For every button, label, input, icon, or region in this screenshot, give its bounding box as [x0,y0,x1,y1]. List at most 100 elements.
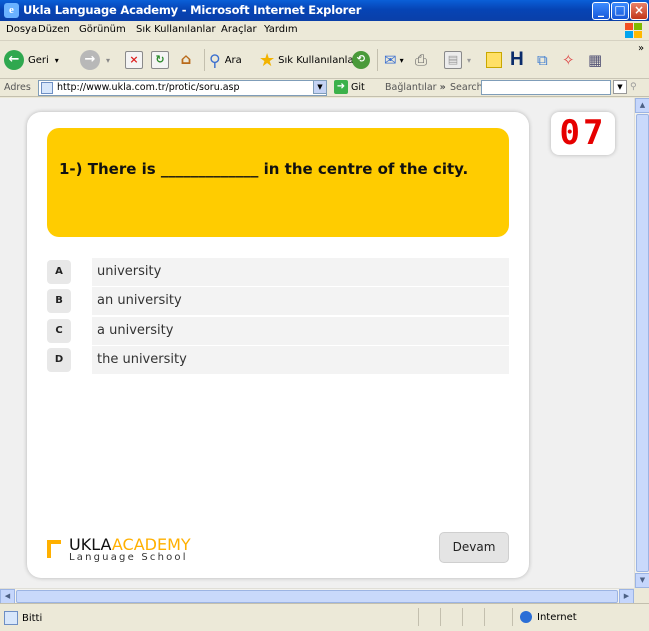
option-text[interactable]: an university [92,287,509,315]
gift-icon: ✧ [562,51,575,69]
address-bar: Adres http://www.ukla.com.tr/protic/soru… [0,79,649,97]
option-text[interactable]: the university [92,346,509,374]
chevron-down-icon: ▾ [54,55,59,65]
continue-button[interactable]: Devam [439,532,509,563]
menu-edit[interactable]: Düzen [38,24,70,35]
search-toolbar-input[interactable] [481,80,611,95]
mail-icon: ✉ [384,51,397,69]
menu-help[interactable]: Yardım [264,24,298,35]
logo-tagline: Language School [69,552,188,563]
forward-arrow-icon: → [80,50,100,70]
print-icon: ⎙ [415,51,428,69]
option-letter[interactable]: D [47,348,71,372]
notes-button[interactable] [486,49,502,71]
option-letter[interactable]: A [47,260,71,284]
option-d[interactable]: D the university [47,346,509,374]
scroll-down-button[interactable]: ▼ [635,573,649,588]
maximize-button[interactable]: □ [611,2,629,20]
tools-button[interactable]: ▦ [588,49,602,71]
menu-file[interactable]: Dosya [6,24,37,35]
chevron-down-icon: ▾ [467,55,472,65]
option-c[interactable]: C a university [47,317,509,345]
question-text: 1-) There is _____________ in the centre… [59,160,469,178]
go-arrow-icon: ➜ [334,80,348,94]
edit-icon: ▤ [444,51,462,69]
h-icon: H [510,49,524,70]
option-a[interactable]: A university [47,258,509,286]
go-label: Git [351,81,365,93]
go-button[interactable]: ➜ Git [334,80,365,94]
vertical-scrollbar[interactable]: ▲ ▼ [634,98,649,588]
star-icon: ★ [259,49,276,71]
minimize-button[interactable]: _ [592,2,610,20]
chevron-down-icon: ▾ [399,55,404,65]
page-content: 1-) There is _____________ in the centre… [0,98,634,588]
history-icon: ⟲ [352,51,370,69]
print-button[interactable]: ⎙ [415,49,427,71]
page-icon [41,82,53,94]
close-button[interactable]: × [630,2,648,20]
internet-zone-icon [520,611,532,623]
menu-favorites[interactable]: Sık Kullanılanlar [136,24,216,35]
window-title: Ukla Language Academy - Microsoft Intern… [23,3,362,17]
research-icon: ▦ [588,51,603,69]
share-button[interactable]: ⧉ [537,49,548,71]
home-icon: ⌂ [180,50,192,68]
option-letter[interactable]: B [47,289,71,313]
address-input[interactable]: http://www.ukla.com.tr/protic/soru.asp [38,80,327,96]
status-bar: Bitti Internet [0,603,649,631]
zone-text: Internet [537,611,577,623]
address-dropdown-button[interactable]: ▼ [313,80,327,94]
option-letter[interactable]: C [47,319,71,343]
back-label: Geri [28,54,49,66]
logo-bracket-icon [47,540,61,558]
option-b[interactable]: B an university [47,287,509,315]
refresh-icon: ↻ [151,51,169,69]
page-done-icon [4,611,18,625]
favorites-button[interactable]: ★ Sık Kullanılanlar [259,49,358,71]
address-url: http://www.ukla.com.tr/protic/soru.asp [57,82,240,93]
menu-bar: Dosya Düzen Görünüm Sık Kullanılanlar Ar… [0,21,649,41]
forward-button[interactable]: → ▾ [80,49,110,71]
links-label: Bağlantılar [385,82,437,93]
horizontal-scrollbar[interactable]: ◀ ▶ [0,588,634,604]
links-more: » [439,82,446,93]
menu-view[interactable]: Görünüm [79,24,126,35]
search-icon: ⚲ [209,50,221,70]
gift-button[interactable]: ✧ [562,49,575,71]
scroll-right-button[interactable]: ▶ [619,589,634,604]
scrollbar-corner [634,588,649,603]
chevron-down-icon: ▾ [106,55,111,65]
toolbar: ← Geri ▾ → ▾ × ↻ ⌂ ⚲ Ara ★ Sık Kullanıla… [0,41,649,79]
search-label: Ara [224,54,242,66]
question-box: 1-) There is _____________ in the centre… [47,128,509,237]
option-text[interactable]: university [92,258,509,286]
scroll-up-button[interactable]: ▲ [635,98,649,113]
h-button[interactable]: H [510,49,524,71]
favorites-label: Sık Kullanılanlar [278,54,358,66]
stop-button[interactable]: × [125,49,143,71]
search-dropdown-button[interactable]: ▼ [613,80,627,94]
stop-icon: × [125,51,143,69]
note-icon [486,52,502,68]
search-button[interactable]: ⚲ Ara [209,49,242,71]
refresh-button[interactable]: ↻ [151,49,169,71]
back-button[interactable]: ← Geri ▾ [4,49,59,71]
option-text[interactable]: a university [92,317,509,345]
links-button[interactable]: Bağlantılar » [385,82,446,93]
quiz-card: 1-) There is _____________ in the centre… [27,112,529,578]
windows-logo-icon [625,23,645,39]
address-label: Adres [4,82,31,93]
vertical-scroll-thumb[interactable] [636,114,649,572]
horizontal-scroll-thumb[interactable] [16,590,618,603]
share-icon: ⧉ [537,51,548,69]
home-button[interactable]: ⌂ [177,49,195,71]
scroll-left-button[interactable]: ◀ [0,589,15,604]
history-button[interactable]: ⟲ [352,49,370,71]
search-go-icon[interactable]: ⚲ [630,82,637,92]
edit-button[interactable]: ▤ ▾ [444,49,471,71]
menu-tools[interactable]: Araçlar [221,24,257,35]
mail-button[interactable]: ✉ ▾ [384,49,404,71]
title-bar[interactable]: e Ukla Language Academy - Microsoft Inte… [0,0,649,21]
toolbar-more-icon[interactable]: » [638,43,644,54]
